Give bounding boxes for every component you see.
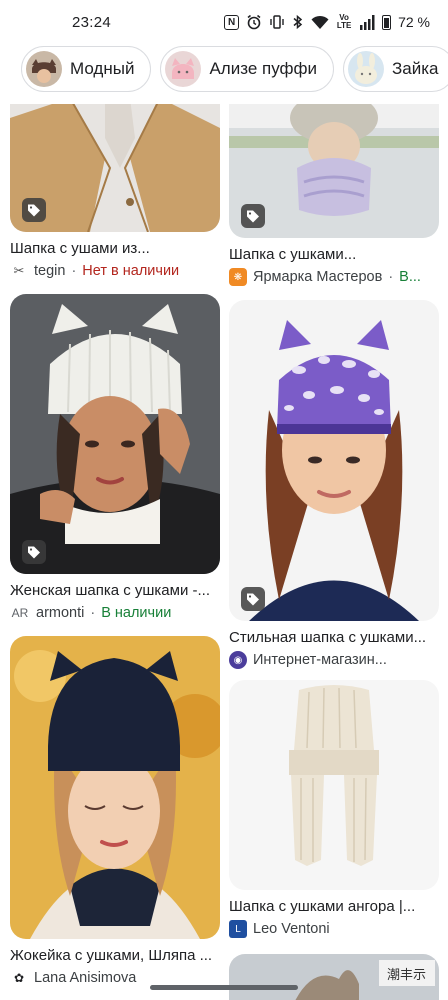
result-title[interactable]: Стильная шапка с ушками...	[229, 629, 439, 646]
result-image[interactable]	[10, 636, 220, 939]
status-icons: N Vo LTE 72 %	[224, 14, 430, 30]
result-title[interactable]: Шапка с ушками ангора |...	[229, 898, 439, 915]
shop-icon: ◉	[229, 651, 247, 669]
armonti-icon: AR	[11, 606, 29, 620]
result-title[interactable]: Женская шапка с ушками -...	[10, 582, 220, 599]
status-time: 23:24	[72, 13, 112, 31]
result-card[interactable]: Шапка с ушками ангора |... L Leo Ventoni	[229, 680, 439, 938]
result-source: AR armonti · В наличии	[10, 604, 220, 622]
livemaster-icon: ❋	[229, 268, 247, 286]
source-name: tegin	[34, 263, 66, 279]
chip-label: Зайка	[392, 59, 439, 78]
result-card[interactable]: Жокейка с ушками, Шляпа ... ✿ Lana Anisi…	[10, 636, 220, 987]
source-name: Leo Ventoni	[253, 921, 330, 937]
result-image[interactable]	[229, 300, 439, 621]
source-name: armonti	[36, 605, 85, 621]
result-card[interactable]: Шапка с ушами из... ✂ tegin · Нет в нали…	[10, 104, 220, 280]
leo-ventoni-icon: L	[229, 920, 247, 938]
signal-icon	[359, 14, 375, 30]
hat-thumbnail	[165, 51, 202, 87]
bluetooth-icon	[292, 14, 304, 30]
battery-percent: 72 %	[398, 14, 430, 30]
chip-zaika[interactable]: Зайка	[343, 46, 448, 92]
result-title[interactable]: Жокейка с ушками, Шляпа ...	[10, 947, 220, 964]
source-name: Интернет-магазин...	[253, 652, 387, 668]
result-source: L Leo Ventoni	[229, 920, 439, 938]
lana-icon: ✿	[13, 971, 25, 985]
result-image[interactable]: 潮丰示	[229, 954, 439, 1000]
alarm-icon	[246, 14, 262, 30]
result-card[interactable]: Шапка с ушками... ❋ Ярмарка Мастеров · В…	[229, 104, 439, 286]
result-source: ✂ tegin · Нет в наличии	[10, 262, 220, 280]
result-card[interactable]: Стильная шапка с ушками... ◉ Интернет-ма…	[229, 300, 439, 669]
image-caption-text: 潮丰示	[387, 967, 427, 982]
status-bar: 23:24 N Vo LTE 72 %	[0, 0, 448, 44]
chip-modny[interactable]: Модный	[21, 46, 152, 92]
vibrate-icon	[269, 14, 285, 30]
availability-status: В...	[399, 269, 421, 285]
price-tag-icon	[22, 198, 46, 222]
availability-status: Нет в наличии	[82, 263, 180, 279]
separator: ·	[71, 263, 77, 279]
availability-status: В наличии	[101, 605, 172, 621]
result-title[interactable]: Шапка с ушами из...	[10, 240, 220, 257]
nfc-icon: N	[224, 14, 240, 30]
volte-icon: Vo LTE	[336, 14, 352, 30]
result-image[interactable]	[10, 104, 220, 232]
chip-alize-puffy[interactable]: Ализе пуффи	[160, 46, 334, 92]
separator: ·	[388, 269, 394, 285]
battery-icon	[382, 14, 392, 30]
price-tag-icon	[241, 204, 265, 228]
result-image[interactable]	[10, 294, 220, 574]
hat-thumbnail	[26, 51, 62, 87]
volte-label: Vo LTE	[336, 13, 352, 30]
result-card[interactable]: 潮丰示	[229, 954, 439, 1000]
hat-thumbnail	[348, 51, 384, 87]
result-card[interactable]: Женская шапка с ушками -... AR armonti ·…	[10, 294, 220, 622]
source-name: Ярмарка Мастеров	[253, 269, 383, 285]
result-source: ◉ Интернет-магазин...	[229, 651, 439, 669]
chip-label: Модный	[70, 59, 135, 78]
price-tag-icon	[22, 540, 46, 564]
related-search-chips: Модный Ализе пуффи Зайка	[0, 46, 448, 102]
source-name: Lana Anisimova	[34, 970, 137, 986]
wifi-icon	[311, 15, 329, 30]
chip-label: Ализе пуффи	[209, 59, 317, 78]
home-indicator[interactable]	[150, 985, 298, 990]
separator: ·	[90, 605, 96, 621]
tegin-icon: ✂	[13, 263, 25, 278]
price-tag-icon	[241, 587, 265, 611]
result-image[interactable]	[229, 680, 439, 890]
result-title[interactable]: Шапка с ушками...	[229, 246, 439, 263]
image-results-grid: Шапка с ушами из... ✂ tegin · Нет в нали…	[0, 104, 448, 1000]
result-image[interactable]	[229, 104, 439, 238]
result-source: ❋ Ярмарка Мастеров · В...	[229, 268, 439, 286]
